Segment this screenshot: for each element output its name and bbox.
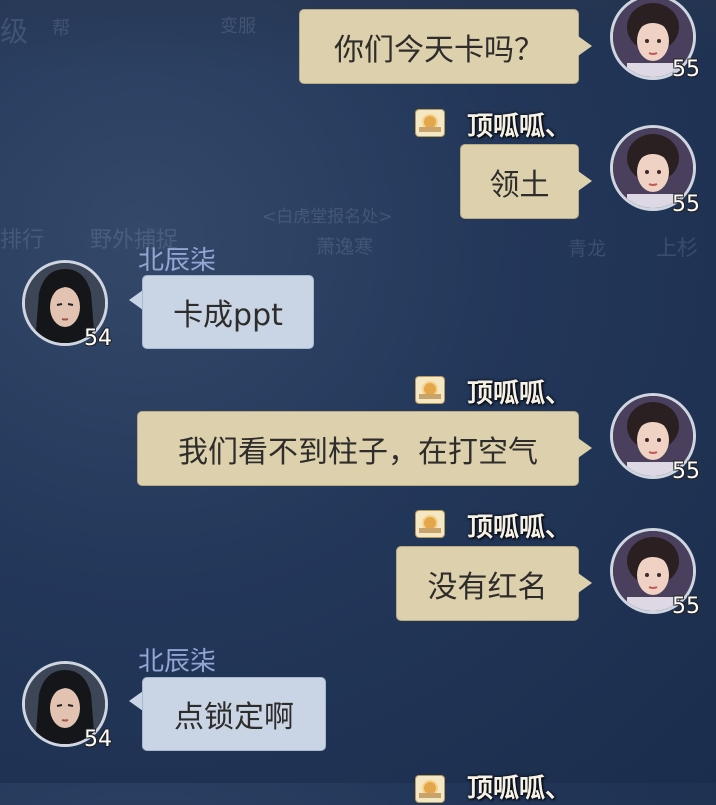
- sender-name[interactable]: 顶呱呱、: [467, 106, 571, 143]
- sunrise-icon: [416, 377, 444, 403]
- sunrise-icon: [416, 110, 444, 136]
- sender-name[interactable]: 顶呱呱、: [467, 768, 571, 805]
- sunrise-icon: [416, 776, 444, 802]
- message-text: 领土: [489, 167, 550, 203]
- level-badge: 54: [84, 727, 112, 752]
- bubble-tail: [578, 573, 592, 593]
- message-text: 我们看不到柱子，在打空气: [178, 434, 538, 470]
- message-bubble[interactable]: 点锁定啊: [142, 677, 326, 751]
- bubble-tail: [129, 290, 143, 310]
- bg-text: <白虎堂报名处>: [262, 207, 393, 227]
- level-badge: 55: [672, 594, 700, 619]
- bg-text: 帮: [52, 18, 70, 39]
- sender-name[interactable]: 顶呱呱、: [467, 507, 571, 544]
- bg-text: 变服: [220, 16, 256, 37]
- level-badge: 55: [672, 192, 700, 217]
- sender-name[interactable]: 北辰柒: [138, 240, 216, 277]
- message-bubble[interactable]: 没有红名: [396, 546, 579, 621]
- bubble-tail: [578, 171, 592, 191]
- bg-text: 萧逸寒: [316, 236, 374, 258]
- message-bubble[interactable]: 你们今天卡吗？: [299, 9, 579, 84]
- message-text: 点锁定啊: [174, 700, 294, 735]
- bubble-tail: [578, 36, 592, 56]
- level-badge: 54: [84, 326, 112, 351]
- message-bubble[interactable]: 领土: [460, 144, 579, 219]
- level-badge: 55: [672, 459, 700, 484]
- message-text: 你们今天卡吗？: [334, 32, 544, 68]
- sender-name[interactable]: 北辰柒: [138, 641, 216, 678]
- bg-text: 级: [0, 15, 29, 48]
- bubble-tail: [129, 691, 143, 711]
- bg-text: 排行: [0, 228, 45, 253]
- message-bubble[interactable]: 我们看不到柱子，在打空气: [137, 411, 579, 486]
- level-badge: 55: [672, 57, 700, 82]
- sender-name[interactable]: 顶呱呱、: [467, 373, 571, 410]
- bubble-tail: [578, 438, 592, 458]
- message-text: 没有红名: [427, 569, 548, 605]
- sunrise-icon: [416, 511, 444, 537]
- message-bubble[interactable]: 卡成ppt: [142, 275, 314, 349]
- message-text: 卡成ppt: [173, 298, 283, 333]
- bg-text: 上杉: [656, 236, 698, 260]
- bg-text: 青龙: [568, 238, 607, 260]
